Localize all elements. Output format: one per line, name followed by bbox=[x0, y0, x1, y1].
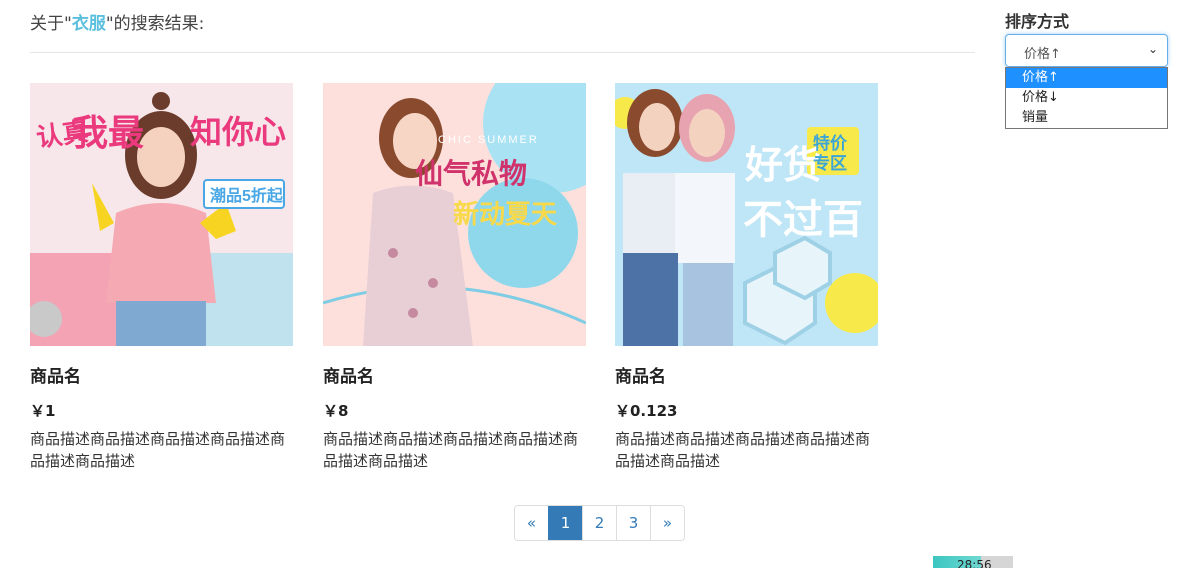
search-result-title: 关于"衣服"的搜索结果: bbox=[30, 9, 204, 34]
timer-text: 28:56 bbox=[957, 558, 992, 568]
product-description: 商品描述商品描述商品描述商品描述商品描述商品描述 bbox=[30, 430, 286, 470]
banner-text: 专区 bbox=[813, 153, 847, 173]
banner-text: 特价 bbox=[813, 133, 848, 153]
banner-text: 好货 bbox=[744, 145, 821, 187]
product-price: ￥1 bbox=[30, 402, 56, 420]
product-name[interactable]: 商品名 bbox=[30, 362, 293, 387]
product-name[interactable]: 商品名 bbox=[323, 362, 586, 387]
banner-text: 潮品5折起 bbox=[210, 186, 284, 205]
banner-text: CHIC SUMMER bbox=[438, 134, 539, 146]
search-suffix: "的搜索结果: bbox=[105, 14, 205, 34]
product-image[interactable]: 好货 不过百 特价 专区 bbox=[615, 83, 878, 346]
banner-text: 仙气私物 bbox=[415, 158, 527, 189]
product-card[interactable]: 好货 不过百 特价 专区 商品名 ￥0.123 商品描述商品描述商品描述商品描述… bbox=[615, 83, 878, 472]
pagination-page-2[interactable]: 2 bbox=[582, 506, 616, 540]
product-name[interactable]: 商品名 bbox=[615, 362, 878, 387]
product-card[interactable]: CHIC SUMMER 仙气私物 新动夏天 商品名 ￥8 商品描述商品描述商品描… bbox=[323, 83, 586, 472]
banner-text: 我最 bbox=[72, 112, 144, 153]
sort-label: 排序方式 bbox=[1005, 12, 1070, 31]
product-image[interactable]: 认真 我最 知你心 潮品5折起 bbox=[30, 83, 293, 346]
product-image[interactable]: CHIC SUMMER 仙气私物 新动夏天 bbox=[323, 83, 586, 346]
divider bbox=[30, 52, 975, 53]
sort-dropdown-menu: 价格↑ 价格↓ 销量 bbox=[1005, 67, 1168, 129]
sort-option-price-asc[interactable]: 价格↑ bbox=[1006, 68, 1167, 88]
banner-text: 不过百 bbox=[743, 198, 863, 242]
pagination-page-3[interactable]: 3 bbox=[616, 506, 650, 540]
sort-selected-value: 价格↑ bbox=[1024, 47, 1061, 62]
search-keyword: 衣服 bbox=[71, 14, 106, 34]
pagination-page-1[interactable]: 1 bbox=[548, 506, 582, 540]
pagination-next-button[interactable]: » bbox=[650, 506, 684, 540]
pagination: « 1 2 3 » bbox=[514, 505, 685, 541]
banner-text: 新动夏天 bbox=[453, 199, 557, 229]
search-prefix: 关于" bbox=[30, 14, 72, 34]
pagination-prev-button[interactable]: « bbox=[515, 506, 548, 540]
sort-select[interactable]: 价格↑ ⌄ bbox=[1005, 34, 1168, 67]
product-description: 商品描述商品描述商品描述商品描述商品描述商品描述 bbox=[323, 430, 579, 470]
product-price: ￥8 bbox=[323, 402, 349, 420]
sort-option-price-desc[interactable]: 价格↓ bbox=[1006, 88, 1167, 108]
product-description: 商品描述商品描述商品描述商品描述商品描述商品描述 bbox=[615, 430, 871, 470]
banner-text: 知你心 bbox=[190, 114, 286, 150]
product-card[interactable]: 认真 我最 知你心 潮品5折起 商品名 ￥1 商品描述商品描述商品描述商品描述商… bbox=[30, 83, 293, 472]
sort-option-sales[interactable]: 销量 bbox=[1006, 108, 1167, 128]
product-price: ￥0.123 bbox=[615, 402, 678, 420]
timer-widget: 28:56 bbox=[933, 556, 1013, 568]
chevron-down-icon: ⌄ bbox=[1147, 42, 1158, 56]
